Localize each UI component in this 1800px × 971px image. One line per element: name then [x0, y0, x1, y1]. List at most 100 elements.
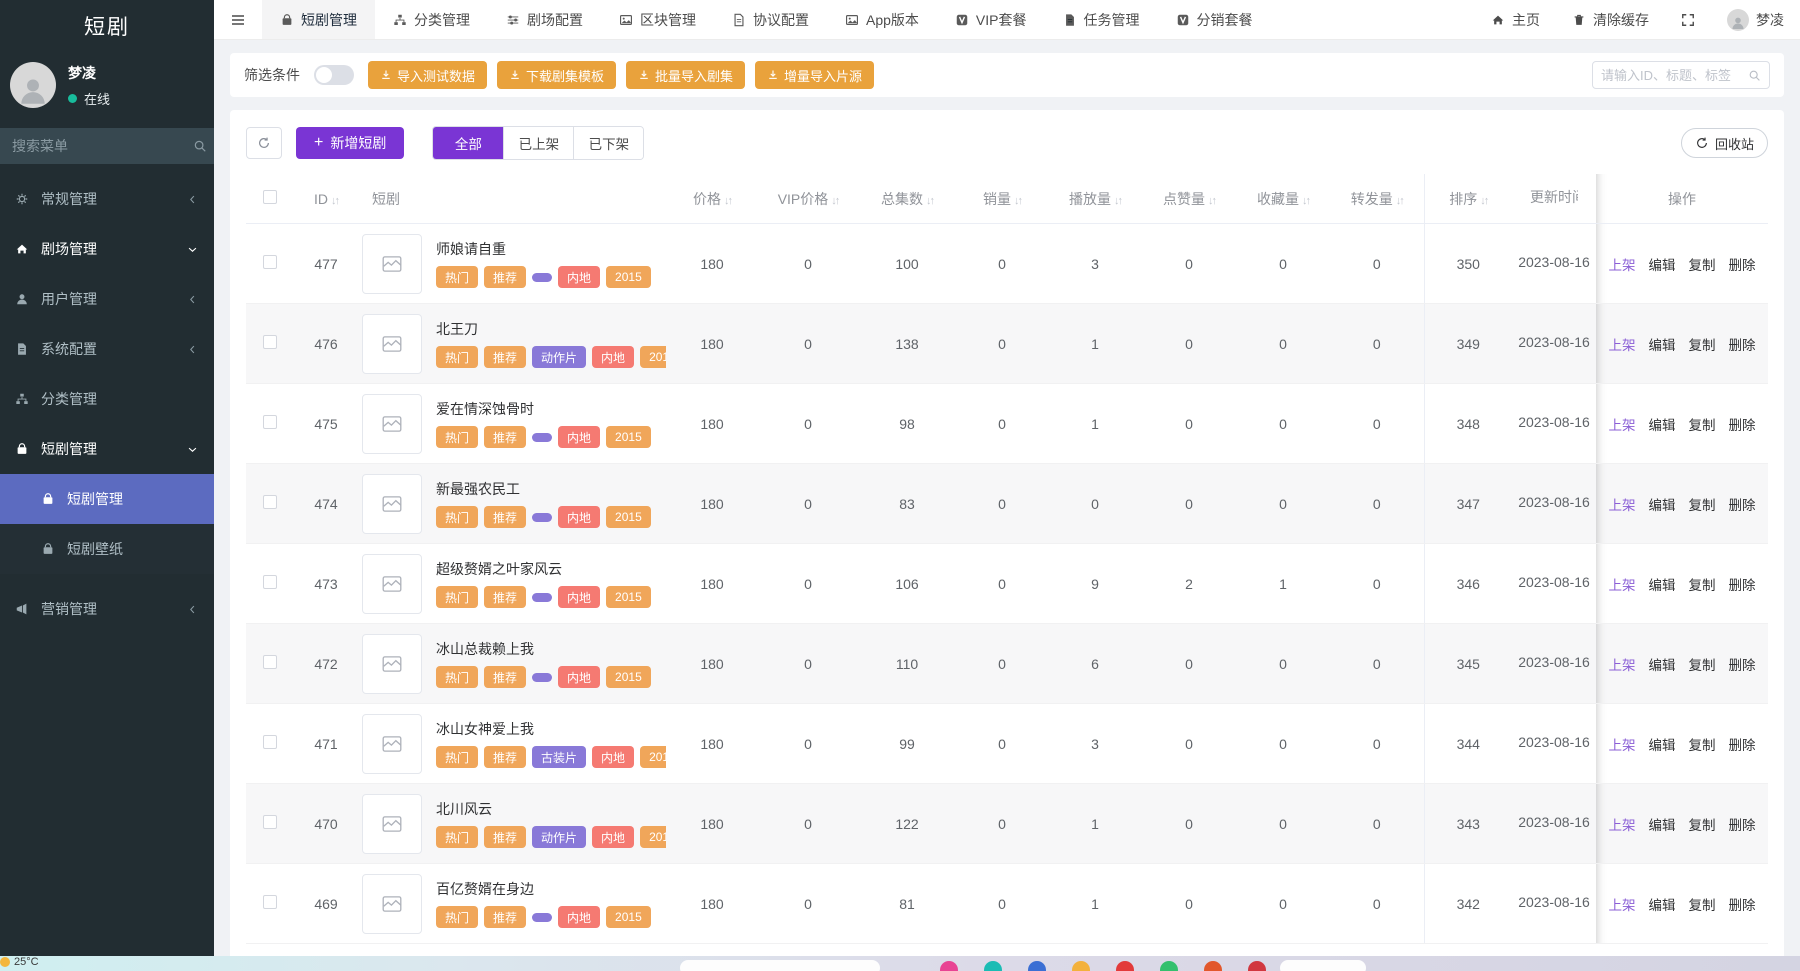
column-header-价格[interactable]: 价格↓↑	[666, 174, 758, 224]
sort-icon[interactable]: ↓↑	[1302, 195, 1309, 207]
sidebar-item-剧场管理[interactable]: 剧场管理	[0, 224, 214, 274]
filter-toggle[interactable]	[314, 65, 354, 85]
nav-tab-VIP套餐[interactable]: VIP套餐	[937, 0, 1045, 39]
action-onshelf[interactable]: 上架	[1609, 654, 1636, 674]
sort-icon[interactable]: ↓↑	[1014, 195, 1021, 207]
action-edit[interactable]: 编辑	[1649, 254, 1676, 274]
action-onshelf[interactable]: 上架	[1609, 894, 1636, 914]
action-delete[interactable]: 删除	[1729, 414, 1756, 434]
column-header-点赞量[interactable]: 点赞量↓↑	[1142, 174, 1236, 224]
row-checkbox[interactable]	[263, 655, 277, 669]
action-onshelf[interactable]: 上架	[1609, 414, 1636, 434]
action-onshelf[interactable]: 上架	[1609, 494, 1636, 514]
select-all-checkbox[interactable]	[263, 190, 277, 204]
user-menu[interactable]: 梦凌	[1711, 0, 1800, 39]
sidebar-item-短剧管理[interactable]: 短剧管理	[0, 474, 214, 524]
column-header-转发量[interactable]: 转发量↓↑	[1330, 174, 1424, 224]
action-delete[interactable]: 删除	[1729, 574, 1756, 594]
sort-icon[interactable]: ↓↑	[926, 195, 933, 207]
import-button-批量导入剧集[interactable]: 批量导入剧集	[626, 61, 745, 89]
weather-widget[interactable]: 25°C	[0, 956, 1800, 968]
sidebar-item-营销管理[interactable]: 营销管理	[0, 584, 214, 634]
home-link[interactable]: 主页	[1475, 0, 1556, 39]
action-copy[interactable]: 复制	[1689, 254, 1716, 274]
action-delete[interactable]: 删除	[1729, 734, 1756, 754]
action-copy[interactable]: 复制	[1689, 334, 1716, 354]
taskbar-pinned-pill[interactable]	[1280, 960, 1366, 971]
sort-icon[interactable]: ↓↑	[1114, 195, 1121, 207]
search-icon[interactable]	[193, 139, 207, 153]
action-copy[interactable]: 复制	[1689, 414, 1716, 434]
hamburger-menu-icon[interactable]	[214, 0, 262, 39]
sort-icon[interactable]: ↓↑	[331, 195, 338, 207]
nav-tab-区块管理[interactable]: 区块管理	[601, 0, 714, 39]
action-onshelf[interactable]: 上架	[1609, 334, 1636, 354]
action-onshelf[interactable]: 上架	[1609, 814, 1636, 834]
column-header-总集数[interactable]: 总集数↓↑	[858, 174, 956, 224]
action-edit[interactable]: 编辑	[1649, 414, 1676, 434]
add-drama-button[interactable]: + 新增短剧	[296, 127, 404, 159]
drama-thumbnail[interactable]	[362, 874, 422, 934]
drama-thumbnail[interactable]	[362, 714, 422, 774]
nav-tab-分销套餐[interactable]: 分销套餐	[1158, 0, 1271, 39]
fullscreen-button[interactable]	[1665, 0, 1711, 39]
drama-thumbnail[interactable]	[362, 634, 422, 694]
column-header-VIP价格[interactable]: VIP价格↓↑	[758, 174, 858, 224]
column-header-ID[interactable]: ID↓↑	[294, 174, 358, 224]
nav-tab-分类管理[interactable]: 分类管理	[375, 0, 488, 39]
sidebar-search-input[interactable]	[12, 138, 193, 154]
import-button-增量导入片源[interactable]: 增量导入片源	[755, 61, 874, 89]
action-onshelf[interactable]: 上架	[1609, 574, 1636, 594]
drama-thumbnail[interactable]	[362, 234, 422, 294]
action-edit[interactable]: 编辑	[1649, 494, 1676, 514]
nav-tab-协议配置[interactable]: 协议配置	[714, 0, 827, 39]
search-icon[interactable]	[1748, 69, 1761, 82]
sort-icon[interactable]: ↓↑	[1480, 195, 1487, 207]
import-button-导入测试数据[interactable]: 导入测试数据	[368, 61, 487, 89]
nav-tab-App版本[interactable]: App版本	[827, 0, 937, 39]
nav-tab-短剧管理[interactable]: 短剧管理	[262, 0, 375, 39]
sidebar-item-系统配置[interactable]: 系统配置	[0, 324, 214, 374]
action-copy[interactable]: 复制	[1689, 494, 1716, 514]
table-search-input[interactable]	[1601, 68, 1742, 83]
drama-thumbnail[interactable]	[362, 554, 422, 614]
drama-thumbnail[interactable]	[362, 314, 422, 374]
row-checkbox[interactable]	[263, 575, 277, 589]
row-checkbox[interactable]	[263, 735, 277, 749]
row-checkbox[interactable]	[263, 495, 277, 509]
sidebar-item-短剧壁纸[interactable]: 短剧壁纸	[0, 524, 214, 574]
drama-thumbnail[interactable]	[362, 794, 422, 854]
sidebar-item-短剧管理[interactable]: 短剧管理	[0, 424, 214, 474]
action-delete[interactable]: 删除	[1729, 334, 1756, 354]
action-edit[interactable]: 编辑	[1649, 654, 1676, 674]
action-delete[interactable]: 删除	[1729, 494, 1756, 514]
row-checkbox[interactable]	[263, 335, 277, 349]
action-copy[interactable]: 复制	[1689, 814, 1716, 834]
column-header-销量[interactable]: 销量↓↑	[956, 174, 1048, 224]
os-taskbar[interactable]: 25°C	[0, 956, 1800, 971]
action-edit[interactable]: 编辑	[1649, 734, 1676, 754]
recycle-bin-button[interactable]: 回收站	[1681, 128, 1768, 158]
row-checkbox[interactable]	[263, 815, 277, 829]
import-button-下载剧集模板[interactable]: 下载剧集模板	[497, 61, 616, 89]
action-copy[interactable]: 复制	[1689, 734, 1716, 754]
sort-icon[interactable]: ↓↑	[724, 195, 731, 207]
column-header-排序[interactable]: 排序↓↑	[1424, 174, 1512, 224]
action-copy[interactable]: 复制	[1689, 574, 1716, 594]
column-header-收藏量[interactable]: 收藏量↓↑	[1236, 174, 1330, 224]
refresh-button[interactable]	[246, 127, 282, 159]
action-copy[interactable]: 复制	[1689, 654, 1716, 674]
action-delete[interactable]: 删除	[1729, 654, 1756, 674]
sidebar-item-用户管理[interactable]: 用户管理	[0, 274, 214, 324]
action-copy[interactable]: 复制	[1689, 894, 1716, 914]
action-edit[interactable]: 编辑	[1649, 574, 1676, 594]
sidebar-item-常规管理[interactable]: 常规管理	[0, 174, 214, 224]
column-header-播放量[interactable]: 播放量↓↑	[1048, 174, 1142, 224]
taskbar-search-pill[interactable]	[680, 960, 880, 971]
status-tab-已下架[interactable]: 已下架	[573, 127, 643, 159]
action-onshelf[interactable]: 上架	[1609, 734, 1636, 754]
nav-tab-剧场配置[interactable]: 剧场配置	[488, 0, 601, 39]
sort-icon[interactable]: ↓↑	[1396, 195, 1403, 207]
drama-thumbnail[interactable]	[362, 474, 422, 534]
action-onshelf[interactable]: 上架	[1609, 254, 1636, 274]
